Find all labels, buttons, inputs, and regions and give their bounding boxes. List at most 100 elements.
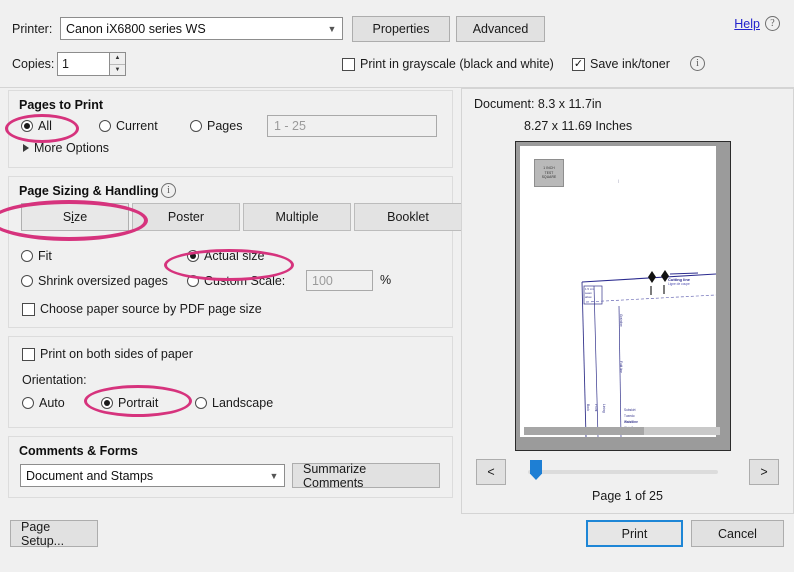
next-page-button[interactable]: > (749, 459, 779, 485)
radio-shrink-oversized[interactable]: Shrink oversized pages (21, 274, 168, 288)
spinner-down-icon[interactable]: ▼ (110, 64, 125, 75)
radio-fit-label: Fit (38, 249, 52, 263)
preview-horizontal-scrollbar[interactable] (524, 427, 720, 435)
printer-label: Printer: (12, 21, 53, 36)
radio-custom-scale-label: Custom Scale: (204, 274, 286, 288)
bottom-label-3: Waistline (624, 420, 638, 424)
grayscale-label: Print in grayscale (black and white) (360, 57, 554, 71)
side-label-3: Lining (602, 404, 606, 413)
printer-select[interactable]: Canon iX6800 series WS ▼ (60, 17, 343, 40)
help-link[interactable]: Help (734, 17, 760, 31)
page-sizing-section: Page Sizing & Handling i Si ze Poster Mul… (8, 176, 462, 328)
settings-column: Pages to Print All Current Pages 1 - 25 … (0, 88, 462, 572)
radio-ring (187, 275, 199, 287)
radio-shrink-label: Shrink oversized pages (38, 274, 168, 288)
tab-poster[interactable]: Poster (132, 203, 240, 231)
previous-page-button[interactable]: < (476, 459, 506, 485)
sizing-tabs: Si ze Poster Multiple Booklet (21, 203, 462, 231)
cancel-button[interactable]: Cancel (691, 520, 784, 547)
question-mark-icon[interactable]: ? (765, 16, 780, 31)
summarize-comments-button[interactable]: Summarize Comments (292, 462, 440, 490)
radio-dot (104, 400, 110, 406)
save-ink-checkbox[interactable]: ✓ Save ink/toner (572, 57, 670, 71)
copies-spinner-buttons[interactable]: ▲ ▼ (109, 52, 126, 76)
comments-forms-section: Comments & Forms Document and Stamps ▼ S… (8, 436, 453, 498)
radio-ring (21, 250, 33, 262)
print-button[interactable]: Print (586, 520, 683, 547)
cutting-line-subtext: Ligne de coupe (668, 282, 690, 286)
copies-stepper[interactable]: 1 ▲ ▼ (57, 52, 126, 76)
both-sides-checkbox[interactable]: Print on both sides of paper (22, 347, 193, 361)
grainline-label: Grainline (619, 314, 623, 327)
triangle-right-icon (23, 144, 29, 152)
radio-pages-label: Pages (207, 119, 243, 133)
comments-forms-select[interactable]: Document and Stamps ▼ (20, 464, 285, 487)
pages-to-print-section: Pages to Print All Current Pages 1 - 25 … (8, 90, 453, 168)
properties-button[interactable]: Properties (352, 16, 450, 42)
bottom-label-1: Subskirt (624, 408, 636, 412)
checkbox-box (22, 302, 35, 316)
radio-ring (187, 250, 199, 262)
save-ink-label: Save ink/toner (590, 57, 670, 71)
radio-dot (24, 123, 30, 129)
cutting-line-label: Cutting line Ligne de coupe (668, 277, 690, 286)
radio-current[interactable]: Current (99, 119, 158, 133)
grayscale-checkbox[interactable]: Print in grayscale (black and white) (342, 57, 554, 71)
page-slider-track[interactable] (528, 470, 718, 474)
pattern-svg (581, 270, 716, 437)
comments-forms-title: Comments & Forms (19, 444, 138, 458)
radio-custom-scale[interactable]: Custom Scale: (187, 274, 285, 288)
chevron-down-icon: ▼ (269, 470, 279, 481)
sewing-pattern-graphic: Cutting line Ligne de coupe 1.5 cm seam al… (520, 146, 716, 437)
radio-landscape[interactable]: Landscape (195, 396, 273, 410)
radio-all[interactable]: All (21, 119, 52, 133)
radio-ring (21, 275, 33, 287)
radio-pages[interactable]: Pages (190, 119, 242, 133)
radio-auto[interactable]: Auto (22, 396, 65, 410)
tab-size[interactable]: Si ze (21, 203, 129, 231)
paper-source-checkbox[interactable]: Choose paper source by PDF page size (22, 302, 262, 316)
info-icon[interactable]: i (161, 183, 176, 198)
radio-ring (101, 397, 113, 409)
percent-symbol: % (380, 273, 392, 287)
comments-forms-value: Document and Stamps (26, 468, 154, 483)
page-range-input[interactable]: 1 - 25 (267, 115, 437, 137)
checkbox-box (22, 347, 35, 361)
orientation-label: Orientation: (22, 373, 87, 387)
radio-ring (21, 120, 33, 132)
radio-fit[interactable]: Fit (21, 249, 52, 263)
radio-ring (195, 397, 207, 409)
radio-all-label: All (38, 119, 52, 133)
info-icon[interactable]: i (690, 56, 705, 71)
custom-scale-input[interactable]: 100 (306, 270, 373, 291)
checkbox-box-checked: ✓ (572, 57, 585, 71)
printer-row: Printer: Canon iX6800 series WS ▼ (12, 17, 343, 40)
preview-page[interactable]: 1 INCH TEST SQUARE | Cutting line Ligne … (520, 146, 720, 437)
side-label-2: Front (594, 404, 598, 412)
pages-to-print-title: Pages to Print (19, 98, 104, 112)
tab-multiple[interactable]: Multiple (243, 203, 351, 231)
seam-allowance-note: 1.5 cm seam allow (585, 287, 594, 299)
more-options-label: More Options (34, 141, 110, 155)
radio-portrait[interactable]: Portrait (101, 396, 158, 410)
bottom-label-2: Tuxedo (624, 414, 635, 418)
page-slider-thumb[interactable] (530, 460, 542, 480)
page-sizing-title: Page Sizing & Handling (19, 184, 159, 198)
radio-portrait-label: Portrait (118, 396, 159, 410)
copies-input[interactable]: 1 (57, 52, 109, 76)
scrollbar-thumb[interactable] (524, 427, 644, 435)
checkbox-box (342, 57, 355, 71)
copies-row: Copies: 1 ▲ ▼ (12, 52, 126, 76)
advanced-button[interactable]: Advanced (456, 16, 545, 42)
spinner-up-icon[interactable]: ▲ (110, 53, 125, 65)
print-dialog: Printer: Canon iX6800 series WS ▼ Proper… (0, 0, 794, 572)
radio-ring (190, 120, 202, 132)
side-label-1: Back (586, 404, 590, 412)
both-sides-label: Print on both sides of paper (40, 347, 193, 361)
page-setup-button[interactable]: Page Setup... (10, 520, 98, 548)
preview-frame: 1 INCH TEST SQUARE | Cutting line Ligne … (515, 141, 731, 451)
radio-actual-size[interactable]: Actual size (187, 249, 264, 263)
more-options-toggle[interactable]: More Options (23, 141, 109, 155)
radio-auto-label: Auto (39, 396, 65, 410)
tab-booklet[interactable]: Booklet (354, 203, 462, 231)
